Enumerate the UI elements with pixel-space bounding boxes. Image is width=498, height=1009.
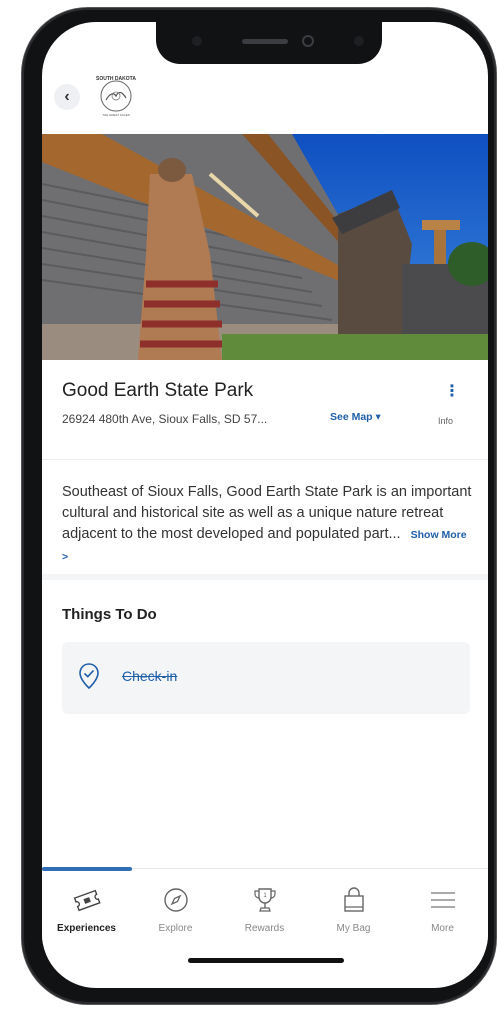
checkin-label[interactable]: Check-in bbox=[122, 668, 177, 684]
things-to-do-title: Things To Do bbox=[62, 606, 157, 623]
info-label[interactable]: Info bbox=[438, 416, 453, 426]
ticket-icon bbox=[73, 889, 101, 912]
app-screen: ‹ SOUTH DAKOTA THE GREAT FACES Good Eart… bbox=[42, 22, 488, 988]
tab-explore-label: Explore bbox=[158, 923, 193, 934]
bag-icon bbox=[344, 887, 364, 912]
logo-bottom-text: THE GREAT FACES bbox=[102, 113, 130, 117]
menu-icon bbox=[431, 892, 455, 908]
park-name: Good Earth State Park bbox=[62, 380, 254, 401]
tab-more-label: More bbox=[431, 923, 454, 934]
checkin-task-card[interactable]: Check-in bbox=[62, 642, 470, 714]
park-address: 26924 480th Ave, Sioux Falls, SD 57... bbox=[62, 412, 268, 426]
svg-text:1: 1 bbox=[263, 893, 267, 899]
back-arrow-icon: ‹ bbox=[64, 88, 70, 105]
tab-explore[interactable]: Explore bbox=[131, 869, 220, 945]
tab-rewards[interactable]: 1 Rewards bbox=[220, 869, 309, 945]
info-kebab-icon[interactable]: ⋮ bbox=[444, 384, 460, 400]
tab-experiences-label: Experiences bbox=[57, 923, 116, 934]
south-dakota-logo: SOUTH DAKOTA THE GREAT FACES bbox=[96, 76, 136, 117]
tab-my-bag[interactable]: My Bag bbox=[309, 869, 398, 945]
sensor-right bbox=[354, 36, 364, 46]
notch bbox=[156, 22, 382, 64]
back-button[interactable]: ‹ bbox=[54, 84, 80, 110]
tab-rewards-label: Rewards bbox=[244, 923, 285, 934]
trophy-icon: 1 bbox=[254, 888, 276, 912]
logo-top-text: SOUTH DAKOTA bbox=[96, 76, 136, 82]
park-hero-image bbox=[42, 134, 488, 360]
home-indicator[interactable] bbox=[188, 958, 344, 963]
map-pin-check-icon bbox=[79, 663, 99, 690]
tab-more[interactable]: More bbox=[398, 869, 487, 945]
front-camera bbox=[302, 35, 314, 47]
compass-icon bbox=[164, 888, 188, 912]
see-map-link[interactable]: See Map ▾ bbox=[330, 411, 381, 423]
section-divider bbox=[42, 574, 488, 580]
tab-experiences[interactable]: Experiences bbox=[42, 869, 131, 945]
park-description: Southeast of Sioux Falls, Good Earth Sta… bbox=[62, 482, 472, 568]
app-header: ‹ SOUTH DAKOTA THE GREAT FACES bbox=[42, 72, 488, 134]
park-info-section: Good Earth State Park 26924 480th Ave, S… bbox=[42, 360, 488, 460]
speaker bbox=[242, 39, 288, 44]
tab-my-bag-label: My Bag bbox=[336, 923, 371, 934]
bottom-tab-bar: Experiences Explore 1 Rewards My Bag Mor… bbox=[42, 867, 488, 945]
sensor-left bbox=[192, 36, 202, 46]
